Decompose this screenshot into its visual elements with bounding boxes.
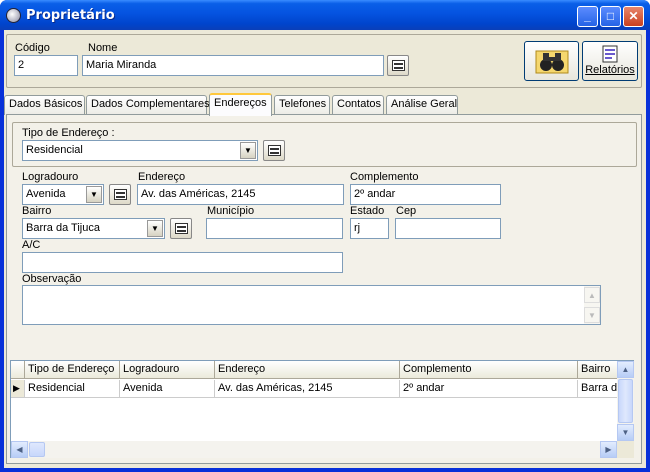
municipio-label: Município <box>207 205 255 217</box>
minimize-button[interactable]: _ <box>577 6 598 27</box>
logradouro-lookup-button[interactable] <box>109 184 131 205</box>
title-bar[interactable]: Proprietário _ □ ✕ <box>0 0 650 30</box>
tab-contatos[interactable]: Contatos <box>332 95 384 115</box>
enderecos-grid[interactable]: Tipo de Endereço Logradouro Endereço Com… <box>10 360 634 458</box>
grid-vertical-scrollbar[interactable]: ▲ ▼ <box>617 361 634 441</box>
bairro-lookup-button[interactable] <box>170 218 192 239</box>
grid-cell-logradouro[interactable]: Avenida <box>120 380 215 398</box>
estado-field[interactable]: rj <box>350 218 389 239</box>
grid-cell-complemento[interactable]: 2º andar <box>400 380 578 398</box>
scroll-up-icon[interactable]: ▲ <box>617 361 634 378</box>
bairro-select[interactable]: Barra da Tijuca ▼ <box>22 218 165 239</box>
relatorios-button[interactable]: Relatórios <box>582 41 638 81</box>
tab-telefones[interactable]: Telefones <box>274 95 330 115</box>
municipio-field[interactable] <box>206 218 343 239</box>
app-icon[interactable] <box>6 8 21 23</box>
grid-cell-endereco[interactable]: Av. das Américas, 2145 <box>215 380 400 398</box>
grid-header-bairro[interactable]: Bairro <box>578 361 618 379</box>
close-button[interactable]: ✕ <box>623 6 644 27</box>
complemento-label: Complemento <box>350 171 419 183</box>
binoculars-icon <box>535 50 568 74</box>
observacao-textarea[interactable] <box>22 285 601 325</box>
scroll-left-icon[interactable]: ◀ <box>11 441 28 458</box>
observacao-label: Observação <box>22 273 82 285</box>
chevron-down-icon[interactable]: ▼ <box>147 220 163 237</box>
grid-header-endereco[interactable]: Endereço <box>215 361 400 379</box>
complemento-field[interactable]: 2º andar <box>350 184 501 205</box>
maximize-button[interactable]: □ <box>600 6 621 27</box>
logradouro-label: Logradouro <box>22 171 79 183</box>
estado-label: Estado <box>350 205 385 217</box>
scroll-down-icon[interactable]: ▼ <box>584 307 600 323</box>
list-icon <box>268 145 281 156</box>
endereco-label: Endereço <box>138 171 186 183</box>
window-client: Código 2 Nome Maria Miranda Relatórios D… <box>4 30 646 468</box>
grid-cell-bairro[interactable]: Barra d <box>578 380 618 398</box>
tipo-endereco-select[interactable]: Residencial ▼ <box>22 140 258 161</box>
grid-vscroll-thumb[interactable] <box>618 379 633 423</box>
grid-cell-tipo[interactable]: Residencial <box>25 380 120 398</box>
tab-dados-complementares[interactable]: Dados Complementares <box>86 95 210 115</box>
scroll-right-icon[interactable]: ▶ <box>600 441 617 458</box>
window-frame: Proprietário _ □ ✕ Código 2 Nome Maria M… <box>0 0 650 472</box>
grid-corner <box>11 361 25 379</box>
tipo-endereco-lookup-button[interactable] <box>263 140 285 161</box>
endereco-field[interactable]: Av. das Américas, 2145 <box>137 184 344 205</box>
report-icon <box>602 45 618 63</box>
grid-header-tipo[interactable]: Tipo de Endereço <box>25 361 120 379</box>
grid-horizontal-scrollbar[interactable]: ◀ ▶ <box>11 441 617 458</box>
list-icon <box>175 223 188 234</box>
grid-header-logradouro[interactable]: Logradouro <box>120 361 215 379</box>
cep-label: Cep <box>396 205 417 217</box>
scroll-down-icon[interactable]: ▼ <box>617 424 634 441</box>
search-button[interactable] <box>524 41 579 81</box>
ac-field[interactable] <box>22 252 343 273</box>
tab-enderecos[interactable]: Endereços <box>209 93 272 116</box>
tipo-endereco-label: Tipo de Endereço : <box>22 127 115 139</box>
list-icon <box>114 189 127 200</box>
tab-analise-geral[interactable]: Análise Geral <box>386 95 458 115</box>
nome-lookup-button[interactable] <box>387 55 409 76</box>
logradouro-select[interactable]: Avenida ▼ <box>22 184 104 205</box>
nome-field[interactable]: Maria Miranda <box>82 55 384 76</box>
logradouro-value: Avenida <box>26 188 66 200</box>
tab-dados-basicos[interactable]: Dados Básicos <box>4 95 85 115</box>
codigo-field[interactable]: 2 <box>14 55 78 76</box>
chevron-down-icon[interactable]: ▼ <box>240 142 256 159</box>
scroll-up-icon[interactable]: ▲ <box>584 287 600 303</box>
scrollbar-corner <box>617 441 634 458</box>
cep-field[interactable] <box>395 218 501 239</box>
grid-hscroll-thumb[interactable] <box>29 442 45 457</box>
observacao-scrollbar[interactable]: ▲ ▼ <box>584 286 600 324</box>
tipo-endereco-value: Residencial <box>26 144 83 156</box>
row-indicator: ▶ <box>11 380 25 398</box>
ac-label: A/C <box>22 239 41 251</box>
grid-header-complemento[interactable]: Complemento <box>400 361 578 379</box>
codigo-label: Código <box>15 42 50 54</box>
relatorios-label: Relatórios <box>585 64 635 76</box>
list-icon <box>392 60 405 71</box>
window-title: Proprietário <box>26 8 115 23</box>
bairro-label: Bairro <box>22 205 52 217</box>
nome-label: Nome <box>88 42 118 54</box>
chevron-down-icon[interactable]: ▼ <box>86 186 102 203</box>
bairro-value: Barra da Tijuca <box>26 222 100 234</box>
